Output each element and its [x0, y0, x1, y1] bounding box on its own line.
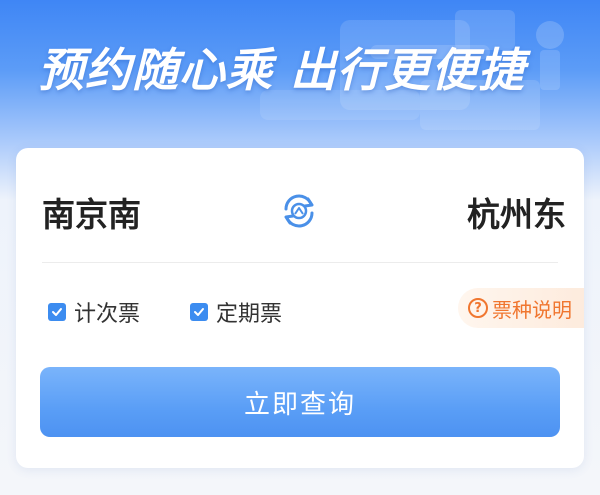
hero-banner: 预约随心乘 出行更便捷 [0, 0, 600, 148]
question-circle-icon: ? [468, 298, 488, 318]
departure-station[interactable]: 南京南 [42, 188, 141, 236]
arrival-station[interactable]: 杭州东 [467, 188, 566, 236]
swap-stations-icon[interactable] [278, 190, 320, 232]
ticket-type-label: 计次票 [74, 302, 141, 327]
ticket-info-label: 票种说明 [492, 297, 572, 322]
checkbox-checked-icon[interactable] [48, 303, 66, 321]
divider [42, 262, 558, 263]
hero-title: 预约随心乘 出行更便捷 [38, 43, 526, 97]
search-button[interactable]: 立即查询 [40, 367, 560, 437]
search-card: 南京南 杭州东 计次票 定期票 ? 票种说明 立即查询 [16, 148, 584, 468]
ticket-type-period-option[interactable]: 定期票 [190, 296, 282, 328]
checkbox-checked-icon[interactable] [190, 303, 208, 321]
ticket-type-label: 定期票 [216, 302, 283, 327]
ticket-info-link[interactable]: ? 票种说明 [458, 288, 584, 328]
ticket-type-count-option[interactable]: 计次票 [48, 296, 140, 328]
